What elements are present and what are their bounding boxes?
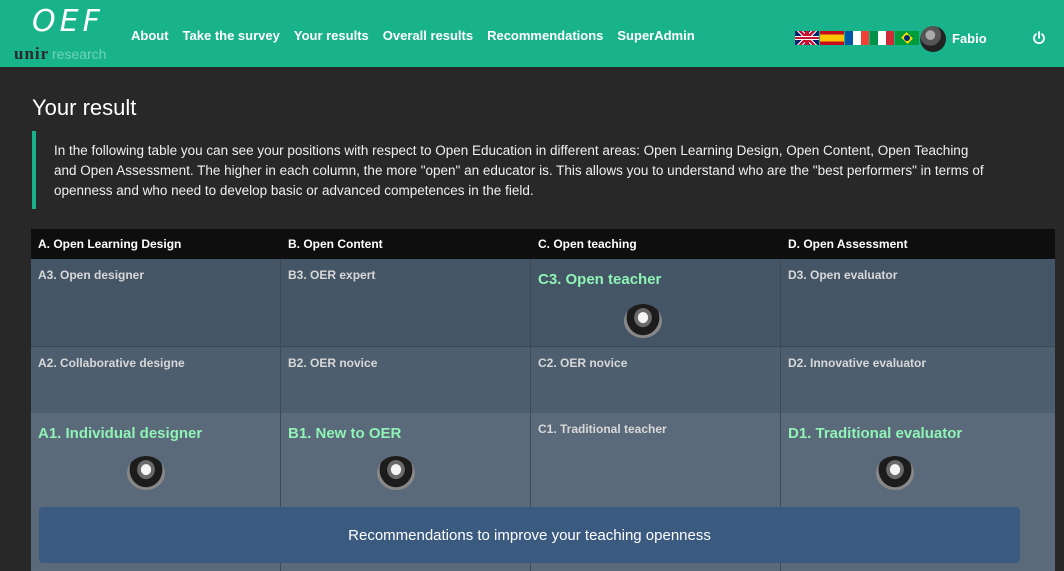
nav-superadmin[interactable]: SuperAdmin [617,28,694,43]
recommendations-button[interactable]: Recommendations to improve your teaching… [39,507,1020,563]
cell-b2: B2. OER novice [281,347,531,413]
user-position-avatar [876,456,914,490]
cell-b1-label: B1. New to OER [288,425,402,442]
header-open-content: B. Open Content [288,237,383,251]
cell-a3: A3. Open designer [31,259,281,346]
table-header: A. Open Learning Design B. Open Content … [31,229,1055,259]
oef-unir-logo[interactable]: OEF unir research [12,4,122,64]
cell-d1-label: D1. Traditional evaluator [788,425,963,442]
table-row: A3. Open designer B3. OER expert C3. Ope… [31,259,1055,346]
user-position-avatar [624,304,662,338]
table-row: A2. Collaborative designe B2. OER novice… [31,346,1055,414]
logo-research-text: research [52,46,107,62]
uk-flag-icon[interactable] [795,31,819,45]
nav-take-survey[interactable]: Take the survey [183,28,280,43]
cell-d2: D2. Innovative evaluator [788,356,927,370]
es-flag-icon[interactable] [820,31,844,45]
intro-text: In the following table you can see your … [32,131,992,209]
cell-c3: C3. Open teacher [531,259,781,346]
cell-a2: A2. Collaborative designe [31,347,281,413]
power-icon[interactable] [1032,31,1046,45]
cell-c3-label: C3. Open teacher [538,271,662,288]
top-navbar: OEF unir research About Take the survey Yo… [0,0,1064,67]
user-position-avatar [377,456,415,490]
cell-a1-label: A1. Individual designer [38,425,203,442]
fr-flag-icon[interactable] [845,31,869,45]
it-flag-icon[interactable] [870,31,894,45]
nav-recommendations[interactable]: Recommendations [487,28,603,43]
header-open-assessment: D. Open Assessment [788,237,908,251]
cell-d3: D3. Open evaluator [788,268,898,282]
cell-c2: C2. OER novice [531,347,781,413]
logo-unir-text: unir [14,44,50,63]
user-avatar[interactable] [920,26,946,52]
header-open-teaching: C. Open teaching [538,237,637,251]
page-title: Your result [32,95,137,120]
nav-about[interactable]: About [131,28,169,43]
logo-oef-text: OEF [32,4,104,39]
main-nav: About Take the survey Your results Overall … [131,28,709,43]
cell-b3: B3. OER expert [281,259,531,346]
nav-your-results[interactable]: Your results [294,28,369,43]
nav-overall-results[interactable]: Overall results [383,28,473,43]
br-flag-icon[interactable] [895,31,919,45]
header-open-learning-design: A. Open Learning Design [38,237,182,251]
language-selector [795,31,920,45]
user-position-avatar [127,456,165,490]
user-name[interactable]: Fabio [952,31,987,46]
